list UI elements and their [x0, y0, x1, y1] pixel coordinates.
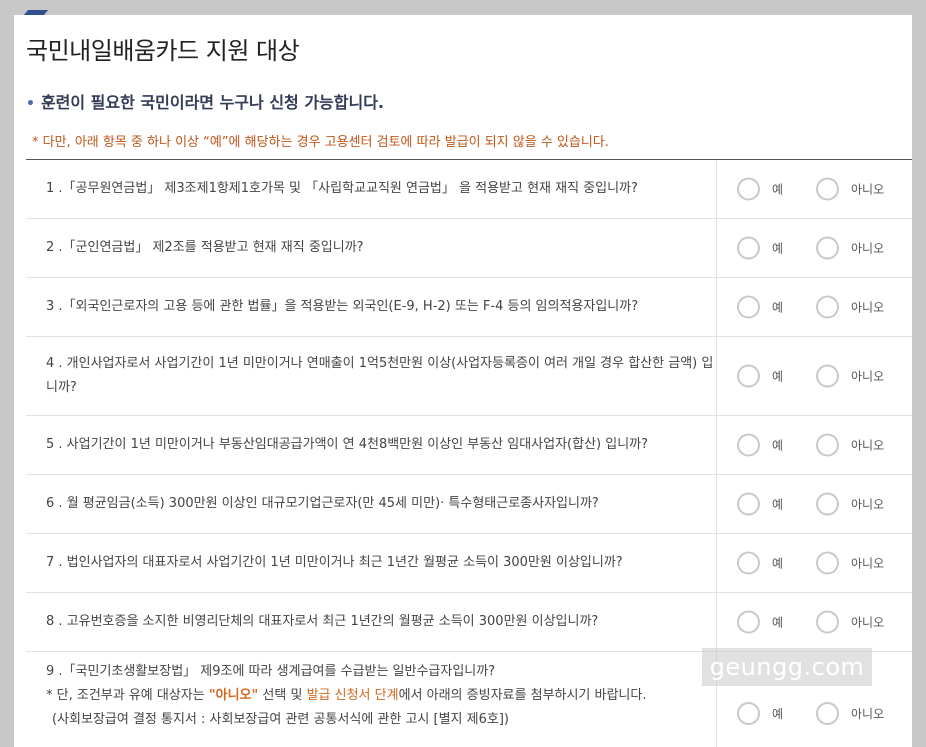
radio-no[interactable] — [816, 492, 839, 516]
radio-yes[interactable] — [737, 492, 760, 516]
answer-options: 예 아니오 — [716, 219, 912, 277]
q9-note: * 단, 조건부과 유예 대상자는 "아니오" 선택 및 발급 신청서 단계에서… — [46, 688, 647, 703]
radio-yes[interactable] — [737, 236, 760, 260]
radio-no[interactable] — [816, 433, 839, 457]
question-row-3: 3 .「외국인근로자의 고용 등에 관한 법률」을 적용받는 외국인(E-9, … — [26, 278, 912, 337]
answer-options: 예 아니오 — [716, 534, 912, 592]
radio-yes[interactable] — [737, 702, 760, 725]
yes-option[interactable]: 예 — [737, 492, 783, 516]
question-row-2: 2 .「군인연금법」 제2조를 적용받고 현재 재직 중입니까? 예 아니오 — [26, 219, 912, 278]
question-text: 5 . 사업기간이 1년 미만이거나 부동산임대공급가액이 연 4천8백만원 이… — [46, 437, 649, 452]
yes-option[interactable]: 예 — [737, 702, 783, 725]
no-option[interactable]: 아니오 — [816, 295, 884, 319]
yes-option[interactable]: 예 — [737, 177, 783, 201]
question-row-6: 6 . 월 평균임금(소득) 300만원 이상인 대규모기업근로자(만 45세 … — [26, 475, 912, 534]
question-text: 8 . 고유번호증을 소지한 비영리단체의 대표자로서 최근 1년간의 월평균 … — [46, 614, 599, 629]
question-text: 2 .「군인연금법」 제2조를 적용받고 현재 재직 중입니까? — [46, 240, 364, 255]
answer-options: 예 아니오 — [716, 278, 912, 336]
page-title: 국민내일배움카드 지원 대상 — [26, 37, 300, 65]
answer-options: 예 아니오 — [716, 160, 912, 218]
no-option[interactable]: 아니오 — [816, 702, 884, 725]
radio-yes[interactable] — [737, 295, 760, 319]
question-text: 3 .「외국인근로자의 고용 등에 관한 법률」을 적용받는 외국인(E-9, … — [46, 299, 639, 314]
question-text: 7 . 법인사업자의 대표자로서 사업기간이 1년 미만이거나 최근 1년간 월… — [46, 555, 623, 570]
radio-yes[interactable] — [737, 433, 760, 457]
radio-no[interactable] — [816, 551, 839, 575]
radio-yes[interactable] — [737, 610, 760, 634]
question-row-4: 4 . 개인사업자로서 사업기간이 1년 미만이거나 연매출이 1억5천만원 이… — [26, 337, 912, 416]
yes-option[interactable]: 예 — [737, 364, 783, 388]
question-text: 1 .「공무원연금법」 제3조제1항제1호가목 및 「사립학교교직원 연금법」 … — [46, 181, 638, 196]
radio-no[interactable] — [816, 177, 839, 201]
question-row-5: 5 . 사업기간이 1년 미만이거나 부동산임대공급가액이 연 4천8백만원 이… — [26, 416, 912, 475]
no-option[interactable]: 아니오 — [816, 236, 884, 260]
question-text: 4 . 개인사업자로서 사업기간이 1년 미만이거나 연매출이 1억5천만원 이… — [46, 356, 714, 395]
yes-option[interactable]: 예 — [737, 295, 783, 319]
yes-option[interactable]: 예 — [737, 551, 783, 575]
subtitle: • 훈련이 필요한 국민이라면 누구나 신청 가능합니다. — [26, 89, 384, 113]
no-option[interactable]: 아니오 — [816, 364, 884, 388]
radio-no[interactable] — [816, 236, 839, 260]
radio-yes[interactable] — [737, 551, 760, 575]
radio-yes[interactable] — [737, 177, 760, 201]
question-text: 6 . 월 평균임금(소득) 300만원 이상인 대규모기업근로자(만 45세 … — [46, 496, 599, 511]
subtitle-text: 훈련이 필요한 국민이라면 누구나 신청 가능합니다. — [40, 93, 385, 112]
eligibility-panel: 국민내일배움카드 지원 대상 • 훈련이 필요한 국민이라면 누구나 신청 가능합… — [14, 15, 912, 747]
yes-option[interactable]: 예 — [737, 433, 783, 457]
bullet-icon: • — [26, 96, 35, 112]
yes-option[interactable]: 예 — [737, 236, 783, 260]
no-option[interactable]: 아니오 — [816, 177, 884, 201]
no-option[interactable]: 아니오 — [816, 433, 884, 457]
question-row-1: 1 .「공무원연금법」 제3조제1항제1호가목 및 「사립학교교직원 연금법」 … — [26, 160, 912, 219]
answer-options: 예 아니오 — [716, 593, 912, 651]
answer-options: 예 아니오 — [716, 416, 912, 474]
radio-no[interactable] — [816, 610, 839, 634]
watermark: geungg.com — [702, 648, 872, 686]
no-option[interactable]: 아니오 — [816, 551, 884, 575]
radio-no[interactable] — [816, 702, 839, 725]
no-option[interactable]: 아니오 — [816, 610, 884, 634]
radio-yes[interactable] — [737, 364, 760, 388]
answer-options: 예 아니오 — [716, 475, 912, 533]
no-option[interactable]: 아니오 — [816, 492, 884, 516]
answer-options: 예 아니오 — [716, 337, 912, 415]
question-row-8: 8 . 고유번호증을 소지한 비영리단체의 대표자로서 최근 1년간의 월평균 … — [26, 593, 912, 652]
radio-no[interactable] — [816, 295, 839, 319]
notice-text: * 다만, 아래 항목 중 하나 이상 “예”에 해당하는 경우 고용센터 검토… — [32, 135, 609, 150]
radio-no[interactable] — [816, 364, 839, 388]
question-text: 9 .「국민기초생활보장법」 제9조에 따라 생계급여를 수급받는 일반수급자입… — [46, 652, 716, 747]
question-row-7: 7 . 법인사업자의 대표자로서 사업기간이 1년 미만이거나 최근 1년간 월… — [26, 534, 912, 593]
yes-option[interactable]: 예 — [737, 610, 783, 634]
